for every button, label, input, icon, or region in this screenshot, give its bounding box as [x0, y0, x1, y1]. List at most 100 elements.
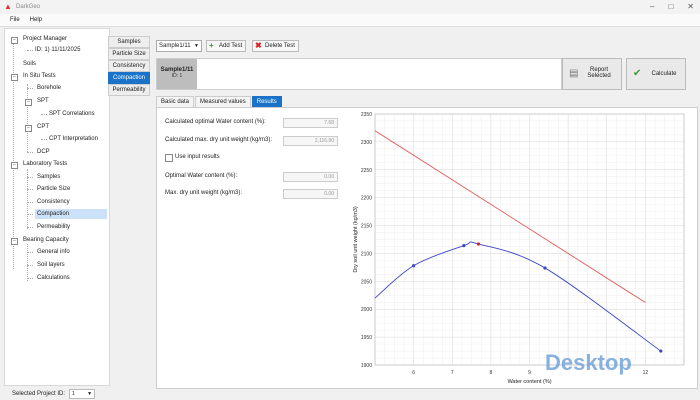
delete-icon: ✖ [255, 41, 262, 50]
x-axis-label: Water content (%) [507, 379, 551, 385]
tree-spt[interactable]: SPT [37, 96, 49, 106]
tree-general-info[interactable]: General info [37, 247, 70, 257]
lab-test-tabs: Samples Particle Size Consistency Compac… [108, 36, 150, 96]
add-test-button[interactable]: + Add Test [206, 40, 247, 52]
use-input-checkbox[interactable] [165, 154, 173, 162]
sample-strip: Sample1/11 ID: 1 [156, 58, 562, 90]
opt-input-label: Optimal Water content (%): [165, 173, 238, 179]
sample-select[interactable]: Sample1/11 ▼ [156, 40, 202, 52]
tree-project-item[interactable]: ID: 1) 11/11/2025 [35, 45, 80, 55]
calculate-button[interactable]: ✔ Calculate [626, 58, 686, 90]
tree-calculations[interactable]: Calculations [37, 273, 70, 283]
maximize-icon[interactable]: □ [668, 2, 673, 11]
max-dry-label: Calculated max. dry unit weight (kg/m3): [165, 137, 273, 143]
y-tick-label: 2100 [361, 251, 372, 257]
y-axis-label: Dry soil unit weight (kg/m3) [353, 206, 359, 272]
results-panel: Calculated optimal Water content (%): 7.… [156, 107, 698, 389]
app-logo-icon: ▲ [4, 2, 12, 11]
y-tick-label: 2300 [361, 140, 372, 146]
tree-cpt-interpretation[interactable]: CPT Interpretation [49, 134, 98, 144]
tree-soil-layers[interactable]: Soil layers [37, 260, 65, 270]
opt-water-field[interactable]: 7.68 [283, 118, 338, 128]
sample-select-value: Sample1/11 [159, 43, 191, 49]
title-bar: ▲ DarkGeo – □ ✕ [0, 0, 700, 14]
tree-spt-correlations[interactable]: SPT Correlations [49, 109, 95, 119]
data-point [543, 266, 547, 270]
collapse-icon[interactable]: − [11, 238, 18, 245]
x-tick-label: 8 [489, 370, 492, 376]
y-tick-label: 2050 [361, 279, 372, 285]
data-point [476, 242, 481, 246]
use-input-label: Use input results [175, 154, 220, 160]
report-icon: ▤ [569, 68, 579, 79]
tree-cpt[interactable]: CPT [37, 122, 49, 132]
compaction-workarea: Sample1/11 ▼ + Add Test ✖ Delete Test Sa… [150, 28, 698, 389]
tree-bearing-capacity[interactable]: Bearing Capacity [23, 235, 69, 245]
max-input-field[interactable]: 0.00 [283, 189, 338, 199]
selected-project-select[interactable]: 1 ▼ [69, 389, 96, 399]
x-tick-label: 6 [412, 370, 415, 376]
data-point [412, 264, 416, 268]
tree-in-situ-tests[interactable]: In Situ Tests [23, 71, 56, 81]
tree-laboratory-tests[interactable]: Laboratory Tests [23, 159, 67, 169]
selected-project-label: Selected Project ID: [12, 391, 66, 397]
data-point [462, 244, 466, 248]
y-tick-label: 2350 [361, 112, 372, 118]
menu-bar: File Help [0, 14, 700, 27]
delete-test-label: Delete Test [265, 43, 295, 49]
delete-test-button[interactable]: ✖ Delete Test [252, 40, 299, 52]
y-tick-label: 1900 [361, 363, 372, 369]
chevron-down-icon: ▼ [87, 391, 93, 397]
report-selected-button[interactable]: ▤ Report Selected [562, 58, 622, 90]
collapse-icon[interactable]: − [25, 99, 32, 106]
checkmark-icon: ✔ [633, 68, 642, 79]
max-input-label: Max. dry unit weight (kg/m3): [165, 190, 243, 196]
y-tick-label: 2000 [361, 307, 372, 313]
x-tick-label: 12 [643, 370, 649, 376]
sample-card[interactable]: Sample1/11 ID: 1 [157, 59, 197, 89]
app-title: DarkGeo [16, 4, 41, 10]
plus-icon: + [209, 41, 214, 50]
selected-project-value: 1 [72, 391, 75, 397]
tab-consistency[interactable]: Consistency [108, 60, 150, 72]
minimize-icon[interactable]: – [650, 2, 654, 11]
data-point [659, 349, 663, 353]
watermark: Desktop [545, 350, 632, 375]
tree-permeability[interactable]: Permeability [37, 222, 70, 232]
collapse-icon[interactable]: − [25, 125, 32, 132]
report-label-2: Selected [587, 73, 611, 79]
opt-input-field[interactable]: 0.00 [283, 172, 338, 182]
y-tick-label: 2150 [361, 224, 372, 230]
x-tick-label: 7 [451, 370, 454, 376]
collapse-icon[interactable]: − [11, 74, 18, 81]
collapse-icon[interactable]: − [11, 37, 18, 44]
max-dry-field[interactable]: 2,116.90 [283, 136, 338, 146]
tree-samples[interactable]: Samples [37, 172, 60, 182]
tree-soils[interactable]: Soils [23, 59, 36, 69]
add-test-label: Add Test [219, 43, 243, 49]
menu-help[interactable]: Help [30, 17, 42, 23]
tree-consistency[interactable]: Consistency [37, 197, 70, 207]
tab-permeability[interactable]: Permeability [108, 84, 150, 96]
calculate-label: Calculate [651, 71, 677, 77]
x-tick-label: 9 [528, 370, 531, 376]
window-controls: – □ ✕ [650, 2, 694, 11]
compaction-chart: 6 7 8 9 12 1900 1950 2000 2050 2100 2150 2200 2250 23… [353, 112, 685, 385]
tree-borehole[interactable]: Borehole [37, 83, 61, 93]
tab-samples[interactable]: Samples [108, 36, 150, 48]
status-bar: Selected Project ID: 1 ▼ [0, 388, 700, 400]
y-tick-label: 1950 [361, 335, 372, 341]
tab-particle-size[interactable]: Particle Size [108, 48, 150, 60]
sample-card-id: ID: 1 [171, 73, 183, 79]
tree-compaction[interactable]: Compaction [35, 209, 107, 219]
y-tick-label: 2200 [361, 196, 372, 202]
tab-compaction[interactable]: Compaction [108, 72, 150, 84]
close-icon[interactable]: ✕ [687, 2, 694, 11]
collapse-icon[interactable]: − [11, 162, 18, 169]
tree-dcp[interactable]: DCP [37, 147, 50, 157]
tree-particle-size[interactable]: Particle Size [37, 184, 70, 194]
project-tree: − Project Manager ID: 1) 11/11/2025 Soil… [4, 28, 110, 386]
opt-water-label: Calculated optimal Water content (%): [165, 119, 266, 125]
menu-file[interactable]: File [10, 17, 20, 23]
tree-project-manager[interactable]: Project Manager [23, 34, 67, 44]
